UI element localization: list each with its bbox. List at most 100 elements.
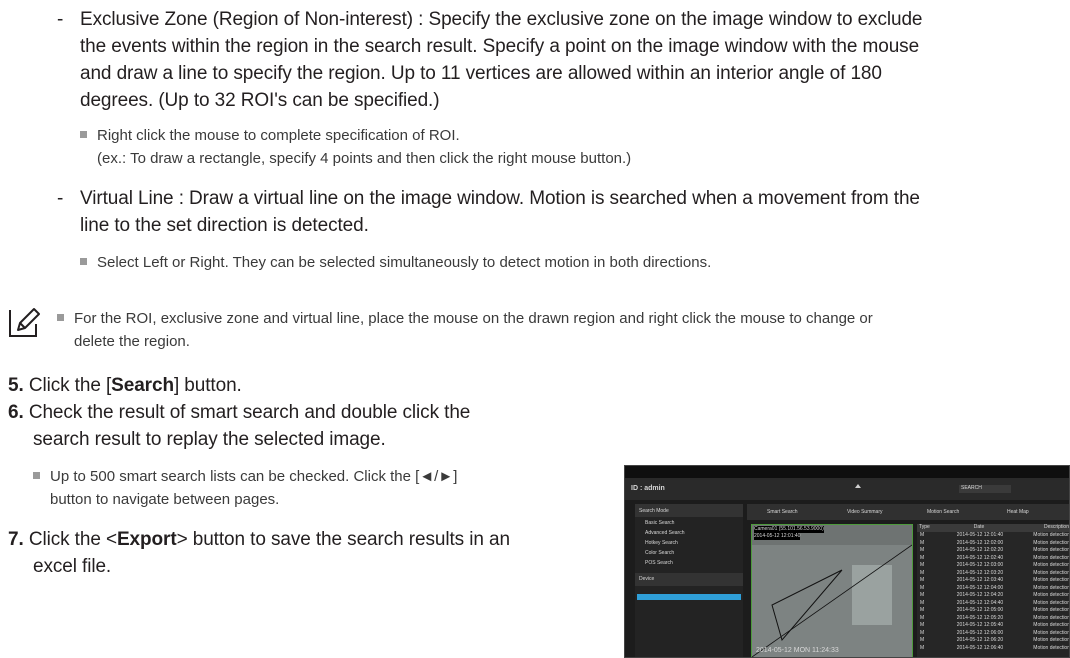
table-row[interactable]: M 2014-05-12 12:05:20 Motion detection <box>917 614 1070 623</box>
step-6-line-1: 6. Check the result of smart search and … <box>8 399 470 426</box>
screenshot-toolbar: ID : admin SEARCH <box>625 478 1069 500</box>
step-7-pre: Click the < <box>28 529 117 550</box>
cell-type: M <box>920 569 925 576</box>
table-row[interactable]: M 2014-05-12 12:02:20 Motion detection <box>917 547 1070 555</box>
exclusive-note-1: Right click the mouse to complete specif… <box>80 124 460 147</box>
bullet-square-icon <box>57 314 64 321</box>
cell-date: 2014-05-12 12:03:20 <box>956 569 1004 576</box>
collapse-arrow-icon[interactable] <box>855 484 861 488</box>
cell-description: Motion detection <box>1033 532 1070 538</box>
smart-search-screenshot: ID : admin SEARCH Search Mode Basic Sear… <box>624 465 1070 658</box>
tab-heat-map[interactable]: Heat Map <box>1007 509 1029 516</box>
cell-date: 2014-05-12 12:02:00 <box>956 539 1004 546</box>
step-6-text: Check the result of smart search and dou… <box>28 402 471 423</box>
search-tabs: Smart Search Video Summary Motion Search… <box>747 504 1069 520</box>
table-row[interactable]: M 2014-05-12 12:01:40 Motion detection <box>917 532 1070 540</box>
id-label: ID : admin <box>631 485 665 492</box>
virtual-line-1: Virtual Line : Draw a virtual line on th… <box>80 188 920 209</box>
video-window[interactable]: Camera01 (55.101.56.53.9000) 2014-05-12 … <box>751 524 913 657</box>
table-row[interactable]: M 2014-05-12 12:03:40 Motion detection <box>917 577 1070 585</box>
cell-type: M <box>920 644 925 651</box>
table-row[interactable]: M 2014-05-12 12:06:00 Motion detection <box>917 629 1070 638</box>
mode-item[interactable]: Basic Search <box>635 517 743 527</box>
cell-description: Motion detection <box>1033 547 1070 553</box>
tab-video-summary[interactable]: Video Summary <box>847 509 882 516</box>
table-row[interactable]: M 2014-05-12 12:03:20 Motion detection <box>917 569 1069 578</box>
cell-description: Motion detection <box>1033 592 1070 598</box>
exclusive-zone-line-3: and draw a line to specify the region. U… <box>80 63 882 84</box>
table-row[interactable]: M 2014-05-12 12:04:20 Motion detection <box>917 592 1070 600</box>
step-5-pre: Click the [ <box>28 375 112 396</box>
cell-description: Motion detection <box>1033 577 1070 583</box>
bullet-square-icon <box>33 472 40 479</box>
table-row[interactable]: M 2014-05-12 12:04:00 Motion detection <box>917 584 1070 593</box>
tab-smart-search[interactable]: Smart Search <box>767 509 798 516</box>
step-7-line-2: excel file. <box>33 556 112 577</box>
col-description: Description <box>1043 524 1069 530</box>
mode-item[interactable]: POS Search <box>635 557 743 567</box>
cell-type: M <box>920 547 925 553</box>
table-row[interactable]: M 2014-05-12 12:03:00 Motion detection <box>917 562 1070 570</box>
cell-description: Motion detection <box>1033 614 1070 621</box>
search-mode-panel: Search Mode Basic Search Advanced Search… <box>635 504 743 657</box>
mode-item[interactable]: Color Search <box>635 547 743 557</box>
table-row[interactable]: M 2014-05-12 12:05:00 Motion detection <box>917 607 1069 615</box>
cell-date: 2014-05-12 12:04:20 <box>956 592 1004 598</box>
cell-date: 2014-05-12 12:06:00 <box>956 629 1004 636</box>
cell-date: 2014-05-12 12:02:40 <box>956 554 1004 561</box>
exclusive-zone-line-4: degrees. (Up to 32 ROI's can be specifie… <box>80 90 440 111</box>
cell-type: M <box>920 607 925 613</box>
col-date: Date <box>973 524 985 530</box>
cell-description: Motion detection <box>1033 644 1070 651</box>
tab-motion-search[interactable]: Motion Search <box>927 509 959 516</box>
step-5: 5. Click the [Search] button. <box>8 372 242 399</box>
cell-type: M <box>920 599 925 606</box>
exclusive-note-2: (ex.: To draw a rectangle, specify 4 poi… <box>97 150 632 167</box>
cell-date: 2014-05-12 12:03:00 <box>956 562 1004 568</box>
cell-type: M <box>920 614 925 621</box>
cell-description: Motion detection <box>1033 539 1070 546</box>
memo-line-1-text: For the ROI, exclusive zone and virtual … <box>74 310 873 327</box>
search-result-list: Type Date Description M 2014-05-12 12:01:… <box>917 524 1070 657</box>
cell-date: 2014-05-12 12:03:40 <box>956 577 1004 583</box>
cell-description: Motion detection <box>1033 622 1070 628</box>
virtual-line-2: line to the set direction is detected. <box>80 215 369 236</box>
device-header: Device <box>635 573 743 586</box>
cell-description: Motion detection <box>1033 554 1070 561</box>
search-field[interactable]: SEARCH <box>959 485 1011 493</box>
step-6-line-2: search result to replay the selected ima… <box>33 429 386 450</box>
cell-date: 2014-05-12 12:01:40 <box>956 532 1004 538</box>
memo-pencil-icon <box>8 306 42 340</box>
table-row[interactable]: M 2014-05-12 12:06:20 Motion detection <box>917 637 1069 645</box>
cell-type: M <box>920 622 925 628</box>
roi-drawing <box>752 544 912 657</box>
cell-description: Motion detection <box>1033 584 1070 591</box>
screenshot-titlebar <box>625 466 1069 478</box>
selected-device-row[interactable] <box>637 594 741 600</box>
cell-type: M <box>920 584 925 591</box>
cell-date: 2014-05-12 12:06:20 <box>956 637 1004 643</box>
table-row[interactable]: M 2014-05-12 12:06:40 Motion detection <box>917 644 1070 653</box>
table-row[interactable]: M 2014-05-12 12:02:00 Motion detection <box>917 539 1070 548</box>
cell-description: Motion detection <box>1033 562 1070 568</box>
exclusive-zone-line-2: the events within the region in the sear… <box>80 36 920 57</box>
table-row[interactable]: M 2014-05-12 12:05:40 Motion detection <box>917 622 1070 630</box>
mode-item[interactable]: Advanced Search <box>635 527 743 537</box>
virtual-note-1: Select Left or Right. They can be select… <box>80 251 711 274</box>
cell-date: 2014-05-12 12:06:40 <box>956 644 1004 651</box>
step-number: 5. <box>8 375 24 396</box>
step-7-line-1: 7. Click the <Export> button to save the… <box>8 526 510 553</box>
cell-description: Motion detection <box>1033 629 1070 636</box>
cell-date: 2014-05-12 12:04:00 <box>956 584 1004 591</box>
step-5-post: ] button. <box>173 375 242 396</box>
cell-type: M <box>920 562 925 568</box>
dash-exclusive: - <box>57 9 64 30</box>
cell-date: 2014-05-12 12:05:00 <box>956 607 1004 613</box>
table-row[interactable]: M 2014-05-12 12:02:40 Motion detection <box>917 554 1070 563</box>
cell-type: M <box>920 629 925 636</box>
export-button-ref: Export <box>116 529 177 550</box>
table-row[interactable]: M 2014-05-12 12:04:40 Motion detection <box>917 599 1069 608</box>
dash-virtual: - <box>57 188 64 209</box>
mode-item[interactable]: Hotkey Search <box>635 537 743 547</box>
cell-type: M <box>920 592 925 598</box>
